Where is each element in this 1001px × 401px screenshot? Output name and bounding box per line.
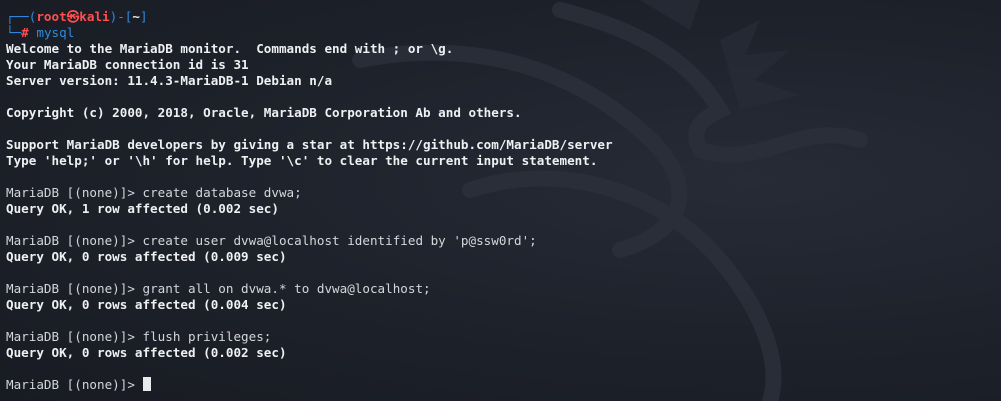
mariadb-prompt: MariaDB [(none)]> bbox=[6, 185, 143, 200]
sql-result: Query OK, 0 rows affected (0.002 sec) bbox=[6, 345, 287, 360]
mariadb-prompt: MariaDB [(none)]> bbox=[6, 233, 143, 248]
prompt-host: kali bbox=[79, 9, 110, 24]
text-cursor[interactable] bbox=[143, 377, 152, 391]
banner-copyright: Copyright (c) 2000, 2018, Oracle, MariaD… bbox=[6, 105, 522, 120]
sql-result: Query OK, 1 row affected (0.002 sec) bbox=[6, 201, 279, 216]
prompt-hash: # bbox=[21, 25, 29, 40]
banner-support: Support MariaDB developers by giving a s… bbox=[6, 137, 613, 152]
sql-result: Query OK, 0 rows affected (0.009 sec) bbox=[6, 249, 287, 264]
skull-icon: ㉿ bbox=[66, 9, 80, 24]
sql-result: Query OK, 0 rows affected (0.004 sec) bbox=[6, 297, 287, 312]
mariadb-prompt: MariaDB [(none)]> bbox=[6, 377, 143, 392]
terminal-output: ┌──(root㉿kali)-[~] └─# mysql Welcome to … bbox=[6, 9, 995, 393]
sql-command: flush privileges; bbox=[142, 329, 272, 344]
sql-command-line: MariaDB [(none)]> create user dvwa@local… bbox=[6, 233, 995, 249]
sql-command: grant all on dvwa.* to dvwa@localhost; bbox=[142, 281, 431, 296]
mariadb-prompt: MariaDB [(none)]> bbox=[6, 281, 143, 296]
banner-server-version: Server version: 11.4.3-MariaDB-1 Debian … bbox=[6, 73, 333, 88]
current-input-line[interactable]: MariaDB [(none)]> bbox=[6, 377, 995, 393]
prompt-frame-mid: )-[ bbox=[109, 9, 133, 24]
banner-help: Type 'help;' or '\h' for help. Type '\c'… bbox=[6, 153, 598, 168]
terminal-window[interactable]: ┌──(root㉿kali)-[~] └─# mysql Welcome to … bbox=[0, 0, 1001, 401]
prompt-frame-open: ┌──( bbox=[6, 9, 37, 24]
sql-command-line: MariaDB [(none)]> create database dvwa; bbox=[6, 185, 995, 201]
prompt-cwd: ~ bbox=[132, 9, 140, 24]
shell-command-line: └─# mysql bbox=[6, 25, 995, 41]
banner-connection-id: Your MariaDB connection id is 31 bbox=[6, 57, 249, 72]
prompt-user: root bbox=[36, 9, 67, 24]
shell-prompt-line: ┌──(root㉿kali)-[~] bbox=[6, 9, 995, 25]
sql-command: create database dvwa; bbox=[142, 185, 302, 200]
prompt-frame-close: ] bbox=[139, 9, 148, 24]
sql-command: create user dvwa@localhost identified by… bbox=[142, 233, 537, 248]
banner-welcome: Welcome to the MariaDB monitor. Commands… bbox=[6, 41, 454, 56]
sql-command-line: MariaDB [(none)]> flush privileges; bbox=[6, 329, 995, 345]
mariadb-prompt: MariaDB [(none)]> bbox=[6, 329, 143, 344]
prompt-frame-bottom: └─ bbox=[6, 25, 22, 40]
sql-command-line: MariaDB [(none)]> grant all on dvwa.* to… bbox=[6, 281, 995, 297]
shell-command: mysql bbox=[36, 25, 75, 40]
